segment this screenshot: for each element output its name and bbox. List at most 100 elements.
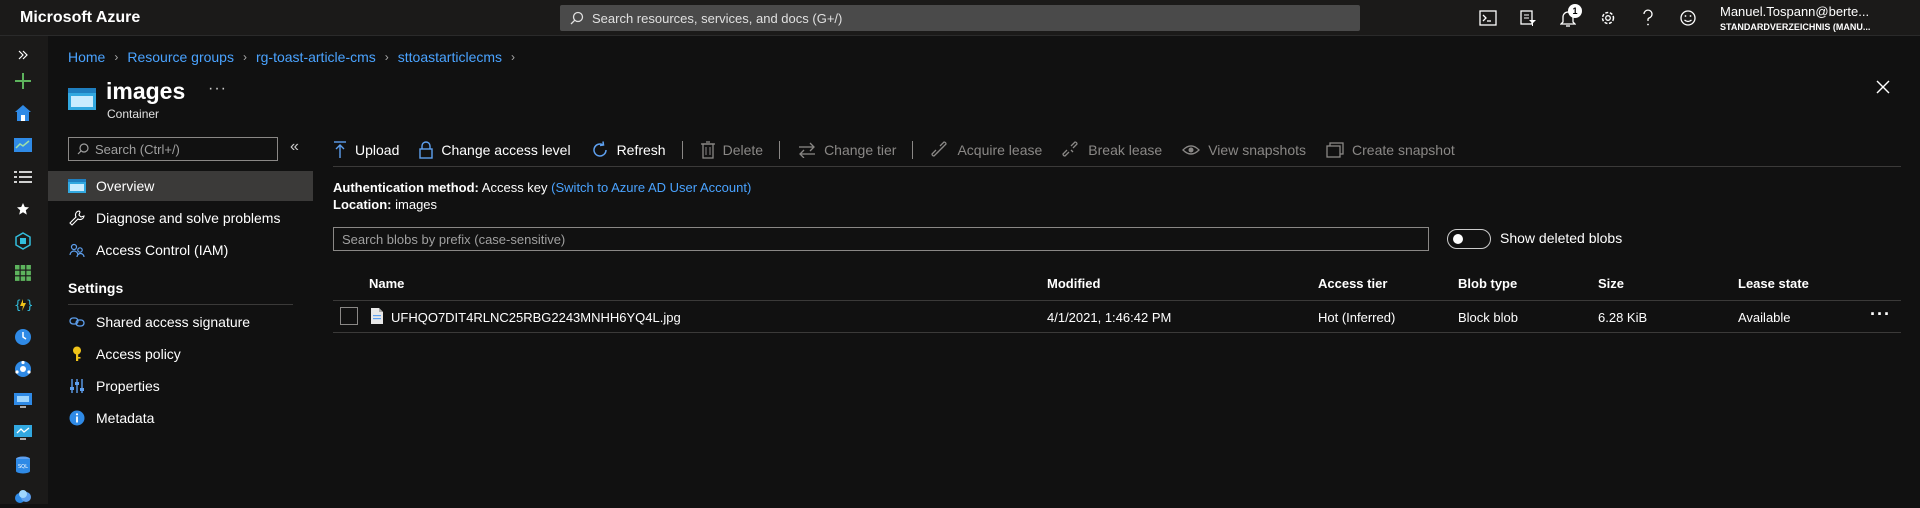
change-tier-button[interactable]: Change tier: [798, 142, 896, 158]
upload-button[interactable]: Upload: [333, 141, 399, 159]
svg-text:}: }: [26, 298, 32, 312]
column-header-blob-type[interactable]: Blob type: [1458, 276, 1517, 291]
virtual-machine-icon[interactable]: [12, 390, 34, 412]
menu-item-diagnose[interactable]: Diagnose and solve problems: [48, 203, 313, 233]
blob-lease-state: Available: [1738, 310, 1791, 325]
menu-search-placeholder: Search (Ctrl+/): [95, 141, 180, 157]
toolbar-separator: [912, 141, 914, 159]
dashboard-icon[interactable]: [12, 134, 34, 156]
expand-chevron-icon[interactable]: [12, 44, 34, 66]
breadcrumb-resource-group[interactable]: rg-toast-article-cms: [256, 49, 376, 65]
column-header-modified[interactable]: Modified: [1047, 276, 1100, 291]
menu-item-access-control[interactable]: Access Control (IAM): [48, 235, 313, 265]
blob-name-link[interactable]: UFHQO7DIT4RLNC25RBG2243MNHH6YQ4L.jpg: [391, 310, 681, 325]
menu-item-shared-access-signature[interactable]: Shared access signature: [48, 307, 313, 337]
search-icon: [570, 11, 584, 25]
blob-size: 6.28 KiB: [1598, 310, 1648, 325]
wrench-icon: [68, 209, 86, 227]
global-search-input[interactable]: Search resources, services, and docs (G+…: [560, 5, 1360, 31]
account-menu[interactable]: Manuel.Tospann@berte... STANDARDVERZEICH…: [1720, 4, 1910, 32]
table-header-divider: [333, 300, 1901, 301]
blob-modified: 4/1/2021, 1:46:42 PM: [1047, 310, 1172, 325]
acquire-lease-button[interactable]: Acquire lease: [931, 141, 1042, 159]
container-icon: [68, 177, 86, 195]
breadcrumb-storage-account[interactable]: sttoastarticlecms: [398, 49, 502, 65]
help-question-icon[interactable]: [1628, 6, 1668, 30]
break-lease-button[interactable]: Break lease: [1062, 141, 1162, 159]
cloud-services-icon[interactable]: [12, 486, 34, 508]
all-services-list-icon[interactable]: [12, 166, 34, 188]
command-toolbar: Upload Change access level Refresh Delet…: [333, 138, 1475, 162]
change-tier-label: Change tier: [824, 142, 897, 158]
create-snapshot-button[interactable]: Create snapshot: [1326, 142, 1455, 158]
broken-link-icon: [1062, 141, 1078, 157]
feedback-smiley-icon[interactable]: [1668, 6, 1708, 30]
account-directory: STANDARDVERZEICHNIS (MANU...: [1720, 22, 1871, 32]
page-title: images: [106, 78, 186, 104]
authentication-method-row: Authentication method: Access key (Switc…: [333, 180, 751, 195]
location-value: images: [395, 197, 438, 212]
svg-text:SQL: SQL: [18, 464, 28, 470]
location-row: Location: images: [333, 197, 437, 212]
auth-method-label: Authentication method:: [333, 180, 479, 195]
toolbar-divider: [333, 166, 1901, 167]
home-icon[interactable]: [12, 102, 34, 124]
collapse-menu-icon[interactable]: «: [290, 138, 299, 156]
menu-item-metadata[interactable]: Metadata: [48, 403, 313, 433]
monitor-icon[interactable]: [12, 422, 34, 444]
menu-item-properties[interactable]: Properties: [48, 371, 313, 401]
column-header-access-tier[interactable]: Access tier: [1318, 276, 1387, 291]
notifications-bell-icon[interactable]: 1: [1548, 4, 1588, 30]
breadcrumb-resource-groups[interactable]: Resource groups: [127, 49, 234, 65]
view-snapshots-button[interactable]: View snapshots: [1182, 142, 1306, 158]
all-resources-grid-icon[interactable]: [12, 262, 34, 284]
row-select-checkbox[interactable]: [340, 307, 358, 325]
resource-groups-cube-icon[interactable]: [12, 230, 34, 252]
menu-item-label: Metadata: [96, 410, 155, 426]
blob-search-placeholder: Search blobs by prefix (case-sensitive): [342, 231, 566, 247]
recent-clock-icon[interactable]: [12, 326, 34, 348]
snapshot-icon: [1326, 142, 1344, 158]
refresh-button[interactable]: Refresh: [591, 141, 666, 159]
create-resource-plus-icon[interactable]: [12, 70, 34, 92]
location-label: Location:: [333, 197, 392, 212]
sql-database-icon[interactable]: SQL: [12, 454, 34, 476]
brand-title[interactable]: Microsoft Azure: [20, 9, 140, 27]
directory-filter-icon[interactable]: [1508, 6, 1548, 30]
cloud-shell-icon[interactable]: [1468, 6, 1508, 30]
link-icon: [68, 313, 86, 331]
chevron-right-icon: ›: [384, 50, 389, 64]
properties-icon: [68, 377, 86, 395]
column-header-name[interactable]: Name: [369, 276, 404, 291]
column-header-lease-state[interactable]: Lease state: [1738, 276, 1809, 291]
menu-item-access-policy[interactable]: Access policy: [48, 339, 313, 369]
menu-search-input[interactable]: Search (Ctrl+/): [68, 137, 278, 161]
close-icon[interactable]: [1876, 80, 1890, 99]
auth-method-value: Access key: [481, 180, 548, 195]
settings-gear-icon[interactable]: [1588, 6, 1628, 30]
change-access-level-button[interactable]: Change access level: [419, 141, 571, 159]
toolbar-separator: [681, 141, 683, 159]
blob-type: Block blob: [1458, 310, 1518, 325]
break-lease-label: Break lease: [1088, 142, 1163, 158]
show-deleted-blobs-label: Show deleted blobs: [1500, 230, 1623, 246]
column-header-size[interactable]: Size: [1598, 276, 1624, 291]
upload-icon: [334, 141, 346, 158]
row-more-options-ellipsis[interactable]: ···: [1870, 304, 1891, 325]
network-globe-icon[interactable]: [12, 358, 34, 380]
blob-prefix-search-input[interactable]: Search blobs by prefix (case-sensitive): [333, 227, 1429, 251]
view-snapshots-label: View snapshots: [1208, 142, 1307, 158]
eye-icon: [1182, 145, 1201, 155]
chevron-right-icon: ›: [242, 50, 247, 64]
favorites-star-icon[interactable]: [12, 198, 34, 220]
delete-button[interactable]: Delete: [700, 141, 763, 159]
breadcrumb-home[interactable]: Home: [68, 49, 105, 65]
container-icon: [68, 88, 96, 115]
menu-item-overview[interactable]: Overview: [48, 171, 313, 201]
swap-arrows-icon: [799, 142, 816, 158]
create-snapshot-label: Create snapshot: [1352, 142, 1455, 158]
switch-auth-link[interactable]: (Switch to Azure AD User Account): [551, 180, 751, 195]
more-options-ellipsis[interactable]: ···: [208, 80, 227, 98]
show-deleted-blobs-toggle[interactable]: [1447, 229, 1491, 249]
function-app-icon[interactable]: {}: [12, 294, 34, 316]
